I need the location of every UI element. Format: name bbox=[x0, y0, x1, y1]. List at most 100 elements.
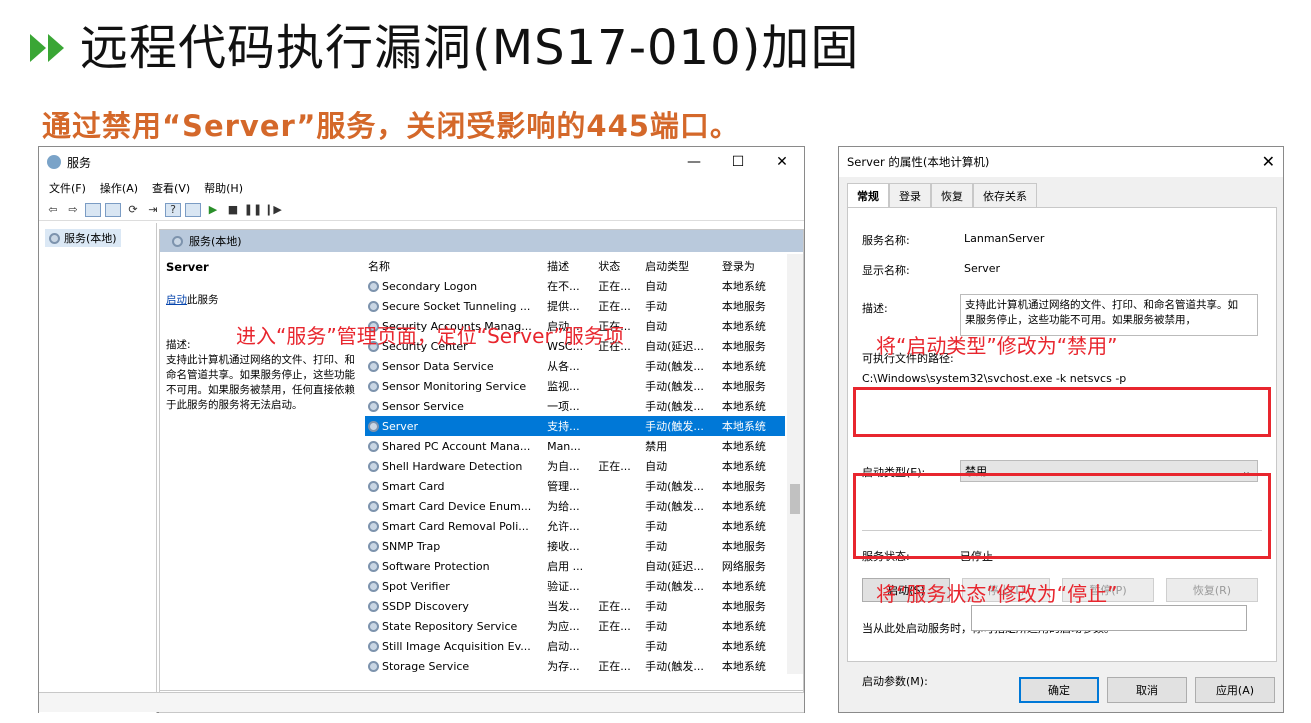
service-name-text: Sensor Data Service bbox=[382, 359, 494, 373]
column-header-status[interactable]: 状态 bbox=[595, 256, 642, 276]
service-name-value: LanmanServer bbox=[964, 232, 1045, 245]
table-cell: 接收... bbox=[547, 540, 580, 553]
table-cell: 自动 bbox=[645, 320, 668, 333]
toolbar: ⇦ ⇨ ⟳ ⇥ ? ▶ ■ ❚❚ ❙▶ bbox=[39, 199, 804, 221]
table-row[interactable]: Smart Card 管理... 手动(触发... 本地服务 bbox=[365, 476, 785, 496]
table-cell: 手动 bbox=[645, 640, 668, 653]
table-row[interactable]: Spot Verifier 验证... 手动(触发... 本地系统 bbox=[365, 576, 785, 596]
table-row[interactable]: Shared PC Account Mana... Man... 禁用 本地系统 bbox=[365, 436, 785, 456]
services-window-title: 服务 bbox=[67, 155, 92, 170]
description-label: 描述: bbox=[862, 302, 888, 315]
service-gear-icon bbox=[368, 441, 379, 452]
table-row[interactable]: Server 支持... 手动(触发... 本地系统 bbox=[365, 416, 785, 436]
vertical-scrollbar[interactable] bbox=[787, 254, 803, 674]
table-row[interactable]: Secure Socket Tunneling ... 提供... 正在... 手动 本… bbox=[365, 296, 785, 316]
cancel-button[interactable]: 取消 bbox=[1107, 677, 1187, 703]
maximize-button[interactable]: ☐ bbox=[716, 147, 760, 177]
tab-dependencies[interactable]: 依存关系 bbox=[973, 183, 1037, 208]
table-cell: 本地系统 bbox=[721, 660, 766, 673]
table-cell: 自动(延迟... bbox=[645, 560, 704, 573]
annotation-locate-server: 进入“服务”管理页面，定位“Server”服务项 bbox=[236, 324, 624, 348]
console-tree-icon[interactable] bbox=[85, 202, 101, 217]
table-row[interactable]: Sensor Service 一项... 手动(触发... 本地系统 bbox=[365, 396, 785, 416]
table-cell bbox=[595, 536, 642, 556]
tree-item-services-local[interactable]: 服务(本地) bbox=[45, 229, 121, 247]
page-title: 远程代码执行漏洞(MS17-010)加固 bbox=[80, 20, 860, 76]
service-name-cell: Shared PC Account Mana... bbox=[365, 436, 544, 456]
table-cell: 本地系统 bbox=[721, 500, 766, 513]
menu-help[interactable]: 帮助(H) bbox=[204, 180, 243, 196]
tab-logon[interactable]: 登录 bbox=[889, 183, 931, 208]
start-params-input[interactable] bbox=[971, 605, 1247, 631]
table-cell: 本地系统 bbox=[718, 416, 785, 436]
help-icon[interactable]: ? bbox=[165, 202, 181, 217]
menu-view[interactable]: 查看(V) bbox=[152, 180, 190, 196]
table-row[interactable]: SNMP Trap 接收... 手动 本地服务 bbox=[365, 536, 785, 556]
double-arrow-icon bbox=[30, 34, 64, 62]
play-icon[interactable]: ▶ bbox=[205, 203, 221, 217]
table-cell: 正在... bbox=[598, 620, 631, 633]
properties-icon[interactable] bbox=[105, 202, 121, 217]
service-gear-icon bbox=[368, 601, 379, 612]
minimize-button[interactable]: — bbox=[672, 147, 716, 177]
stop-icon[interactable]: ■ bbox=[225, 203, 241, 217]
console-tree: 服务(本地) bbox=[39, 223, 157, 713]
close-button[interactable]: ✕ bbox=[760, 147, 804, 177]
service-name-cell: Secure Socket Tunneling ... bbox=[365, 296, 544, 316]
menu-file[interactable]: 文件(F) bbox=[49, 180, 86, 196]
ok-button[interactable]: 确定 bbox=[1019, 677, 1099, 703]
display-name-value: Server bbox=[964, 262, 1001, 275]
pause-icon[interactable]: ❚❚ bbox=[244, 203, 262, 217]
highlight-service-status bbox=[853, 473, 1271, 559]
table-cell: 支持... bbox=[544, 416, 596, 436]
view-icon[interactable] bbox=[185, 202, 201, 217]
column-header-description[interactable]: 描述 bbox=[544, 256, 595, 276]
table-cell bbox=[595, 636, 642, 656]
table-cell: 手动 bbox=[645, 540, 668, 553]
resume-button[interactable]: 恢复(R) bbox=[1166, 578, 1258, 602]
table-row[interactable]: Sensor Monitoring Service 监视... 手动(触发... 本地… bbox=[365, 376, 785, 396]
dialog-close-button[interactable]: ✕ bbox=[1262, 152, 1275, 171]
table-row[interactable]: Sensor Data Service 从各... 手动(触发... 本地系统 bbox=[365, 356, 785, 376]
table-cell: 本地服务 bbox=[721, 380, 766, 393]
service-name-cell: State Repository Service bbox=[365, 616, 544, 636]
table-row[interactable]: State Repository Service 为应... 正在... 手动 本地系统 bbox=[365, 616, 785, 636]
menu-action[interactable]: 操作(A) bbox=[100, 180, 138, 196]
table-row[interactable]: Storage Service 为存... 正在... 手动(触发... 本地系统 bbox=[365, 656, 785, 676]
table-cell: 启动... bbox=[547, 640, 580, 653]
table-row[interactable]: Smart Card Removal Poli... 允许... 手动 本地系统 bbox=[365, 516, 785, 536]
table-cell: 正在... bbox=[598, 280, 631, 293]
export-icon[interactable]: ⇥ bbox=[145, 203, 161, 217]
apply-button[interactable]: 应用(A) bbox=[1195, 677, 1275, 703]
column-header-name[interactable]: 名称 bbox=[365, 256, 544, 276]
table-row[interactable]: Software Protection 启用 ... 自动(延迟... 网络服务 bbox=[365, 556, 785, 576]
back-arrow-icon[interactable]: ⇦ bbox=[45, 203, 61, 217]
table-row[interactable]: Shell Hardware Detection 为自... 正在... 自动 本地系统 bbox=[365, 456, 785, 476]
table-cell: 手动 bbox=[645, 520, 668, 533]
column-header-logon-as[interactable]: 登录为 bbox=[719, 256, 785, 276]
services-titlebar: 服务 — ☐ ✕ bbox=[39, 147, 804, 177]
display-name-label: 显示名称: bbox=[862, 264, 910, 277]
forward-arrow-icon[interactable]: ⇨ bbox=[65, 203, 81, 217]
resume-icon[interactable]: ❙▶ bbox=[264, 203, 282, 217]
table-row[interactable]: Secondary Logon 在不... 正在... 自动 本地系统 bbox=[365, 276, 785, 296]
table-cell: 禁用 bbox=[645, 440, 668, 453]
page-subtitle: 通过禁用“Server”服务，关闭受影响的445端口。 bbox=[42, 109, 740, 143]
table-row[interactable]: Smart Card Device Enum... 为给... 手动(触发... 本地… bbox=[365, 496, 785, 516]
service-gear-icon bbox=[368, 461, 379, 472]
start-service-link[interactable]: 启动 bbox=[166, 294, 187, 306]
title-row: 远程代码执行漏洞(MS17-010)加固 bbox=[30, 18, 859, 78]
table-row[interactable]: SSDP Discovery 当发... 正在... 手动 本地服务 bbox=[365, 596, 785, 616]
scrollbar-thumb[interactable] bbox=[790, 484, 800, 514]
table-cell: 为自... bbox=[547, 460, 580, 473]
table-row[interactable]: Still Image Acquisition Ev... 启动... 手动 本地系统 bbox=[365, 636, 785, 656]
refresh-icon[interactable]: ⟳ bbox=[125, 203, 141, 217]
table-cell: 本地系统 bbox=[721, 640, 766, 653]
service-gear-icon bbox=[368, 581, 379, 592]
tab-general[interactable]: 常规 bbox=[847, 183, 889, 208]
description-text: 支持此计算机通过网络的文件、打印、和命名管道共享。如果服务停止，这些功能不可用。… bbox=[166, 354, 355, 411]
column-header-startup-type[interactable]: 启动类型 bbox=[642, 256, 719, 276]
tab-recovery[interactable]: 恢复 bbox=[931, 183, 973, 208]
service-name-label: 服务名称: bbox=[862, 234, 910, 247]
table-cell: 手动(触发... bbox=[642, 416, 719, 436]
